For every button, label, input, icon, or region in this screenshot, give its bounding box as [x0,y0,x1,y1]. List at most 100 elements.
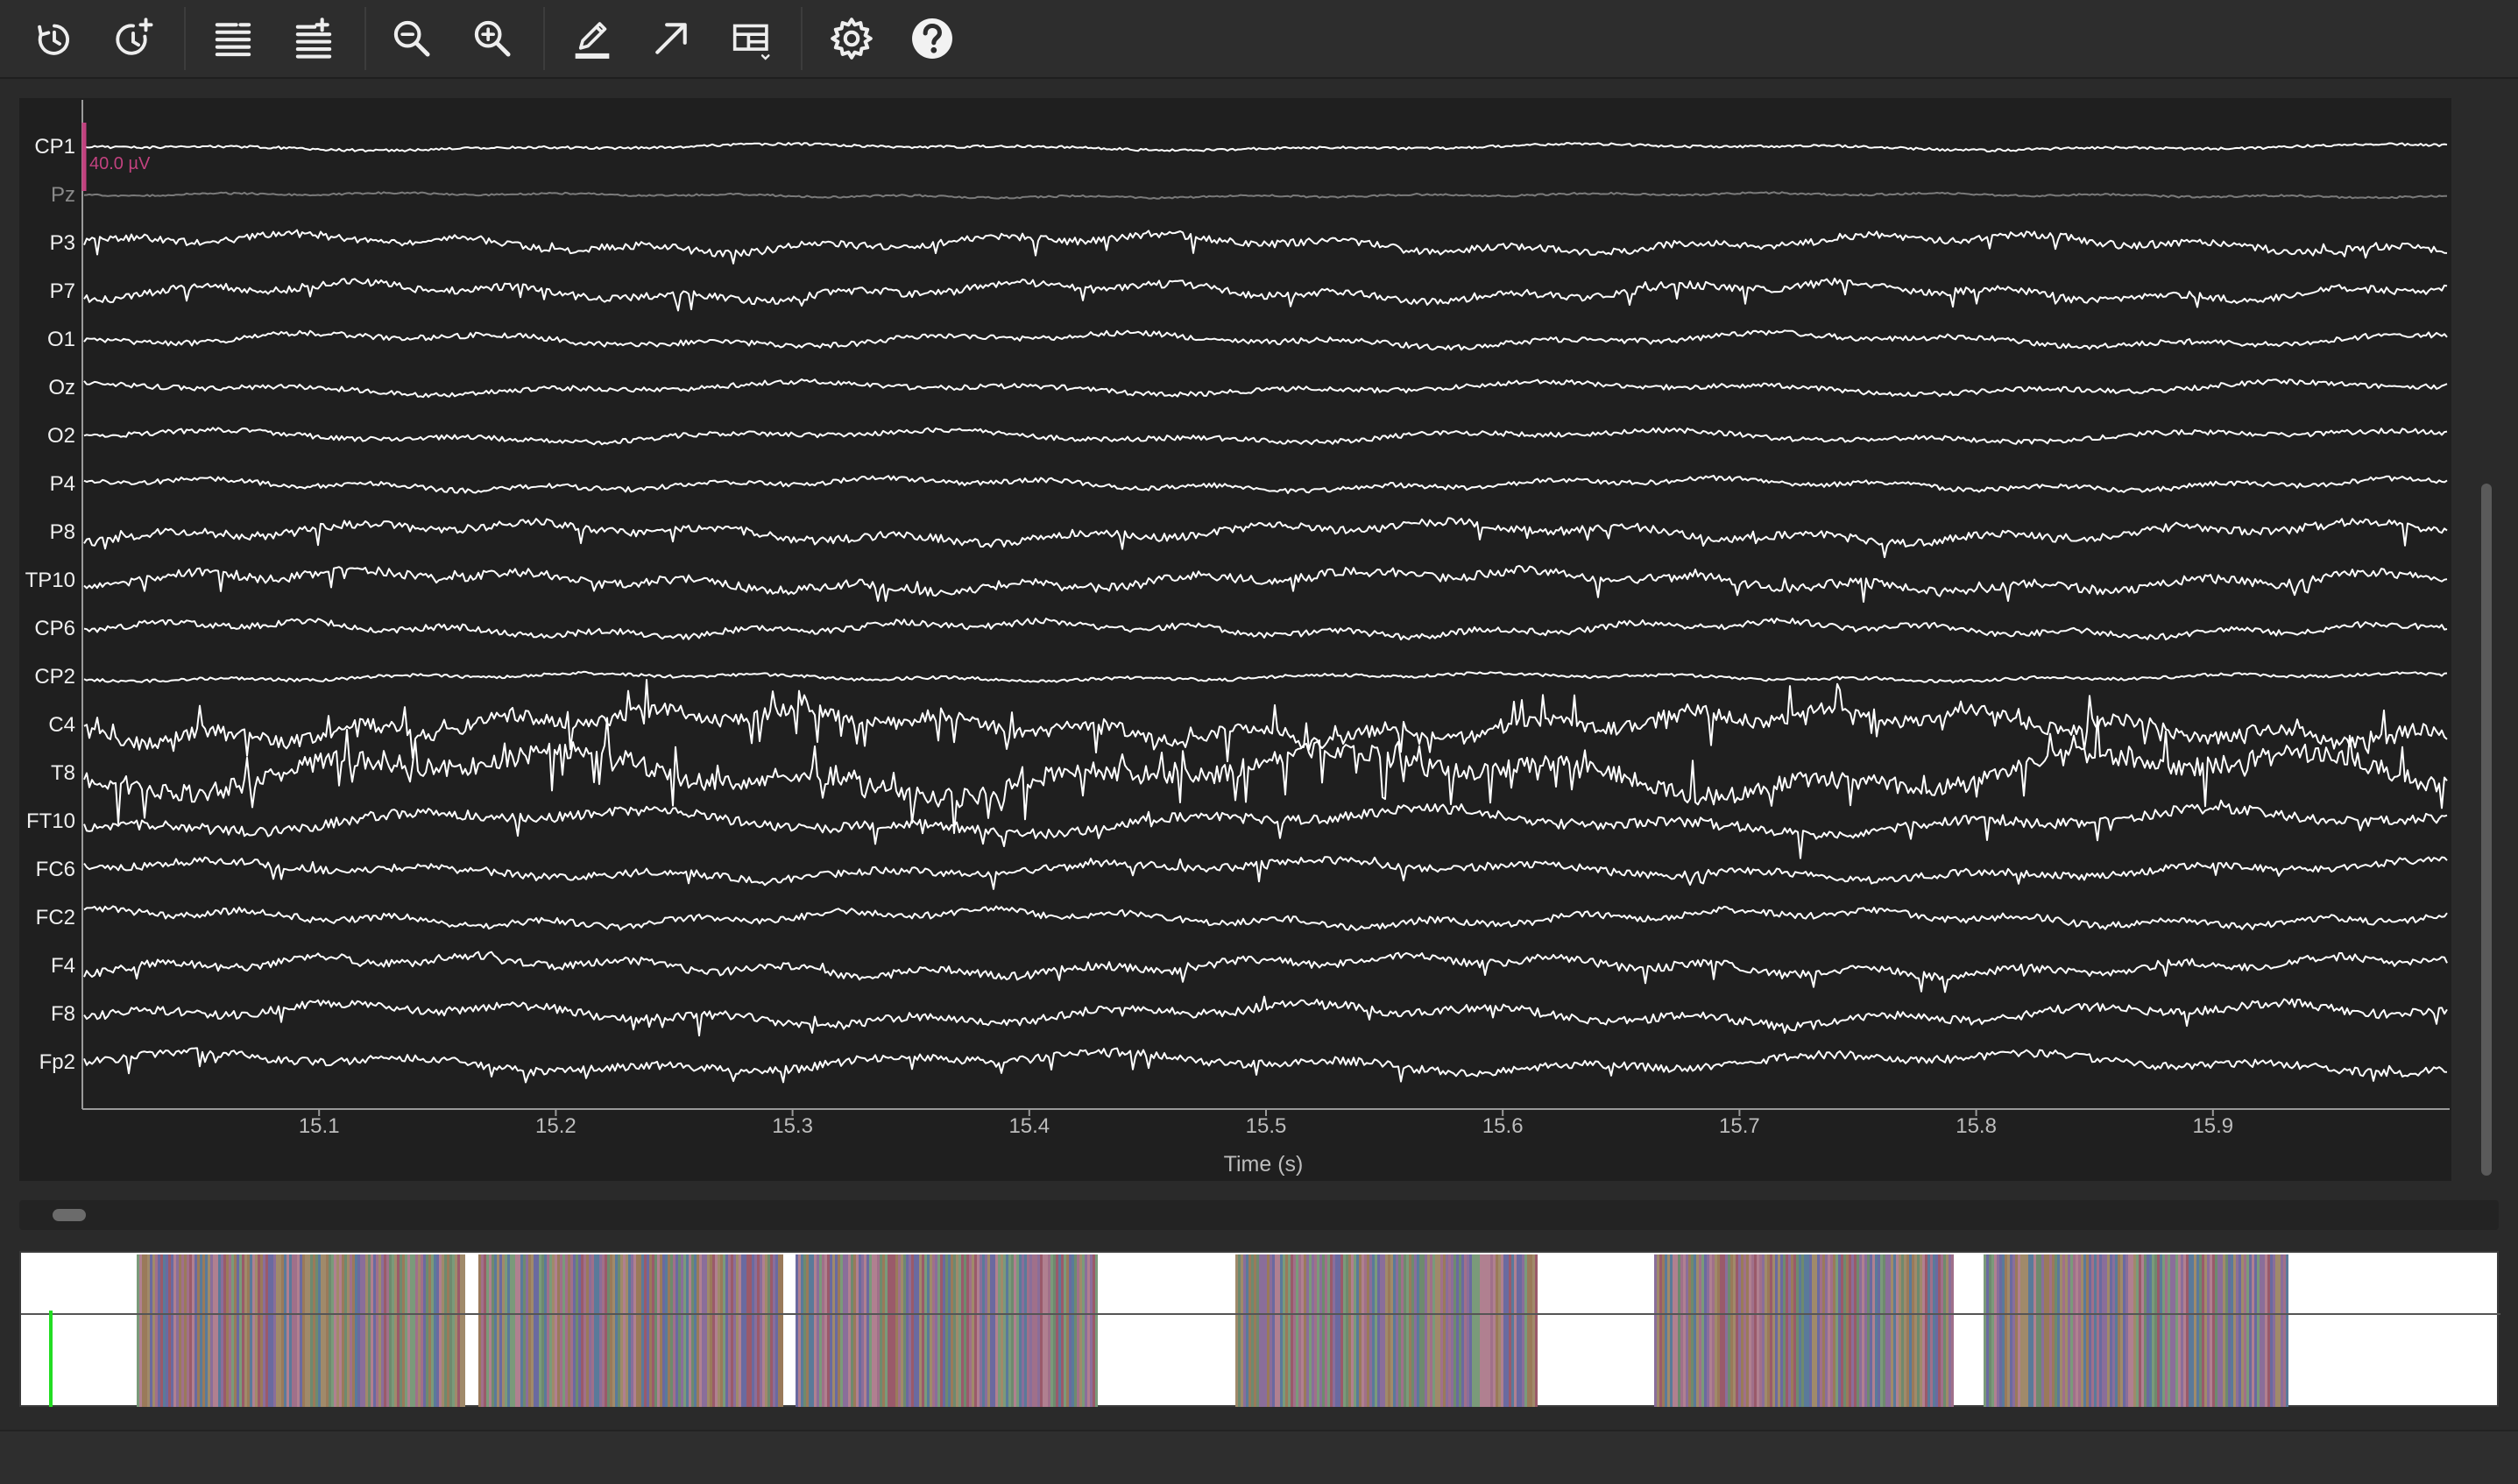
overview-stripe [2026,1254,2028,1407]
overview-stripe [644,1254,647,1407]
channel-trace[interactable] [83,1047,2448,1084]
channel-trace[interactable] [83,679,2448,763]
channel-trace[interactable] [83,378,2448,399]
channel-trace[interactable] [83,905,2448,931]
overview-stripe [1804,1254,1807,1407]
overview-stripe [336,1254,339,1407]
overview-stripe [1238,1254,1241,1407]
horizontal-scroll-thumb[interactable] [53,1209,86,1221]
overview-stripe [731,1254,733,1407]
overview-stripe [689,1254,691,1407]
overview-stripe [2262,1254,2265,1407]
channel-trace[interactable] [83,618,2448,641]
overview-stripe [2168,1254,2170,1407]
channel-label[interactable]: CP1 [19,135,75,159]
channel-trace[interactable] [83,856,2448,890]
channel-trace[interactable] [83,229,2448,265]
overview-stripe [602,1254,605,1407]
channel-trace[interactable] [83,475,2448,494]
channel-label[interactable]: F4 [19,954,75,979]
overview-stripe [1927,1254,1930,1407]
overview-stripe [2178,1254,2181,1407]
overview-stripe [1254,1254,1256,1407]
channel-label[interactable]: P4 [19,472,75,497]
overview-bar[interactable] [19,1251,2500,1409]
channel-label[interactable]: FC2 [19,906,75,930]
overview-stripe [1322,1254,1325,1407]
channel-label[interactable]: TP10 [19,569,75,593]
channel-trace[interactable] [83,950,2448,993]
overview-stripe [1390,1254,1393,1407]
overview-stripe [357,1254,360,1407]
vertical-scrollbar[interactable] [2478,98,2495,1181]
channel-trace[interactable] [83,799,2448,859]
overview-image[interactable] [21,1253,2500,1409]
overview-stripe [1087,1254,1090,1407]
overview-stripe [877,1254,880,1407]
channel-label[interactable]: CP2 [19,665,75,689]
channel-trace[interactable] [83,995,2448,1037]
overview-stripe [294,1254,297,1407]
overview-stripe [2055,1254,2057,1407]
overview-stripe [1314,1254,1317,1407]
channel-trace[interactable] [83,277,2448,312]
channel-label[interactable]: O1 [19,328,75,352]
channel-label[interactable]: Pz [19,183,75,208]
overview-stripe [1340,1254,1343,1407]
channel-label[interactable]: FT10 [19,809,75,834]
layout-button[interactable] [720,7,783,70]
overview-stripe [478,1254,481,1407]
history-back-button[interactable] [23,7,86,70]
annotation-mode-button[interactable] [561,7,624,70]
overview-stripe [210,1254,213,1407]
overview-stripe [1440,1254,1443,1407]
channel-trace[interactable] [83,427,2448,446]
overview-stripe [1935,1254,1938,1407]
channel-label[interactable]: O2 [19,424,75,449]
overview-stripe [137,1254,139,1407]
channel-label[interactable]: FC6 [19,858,75,882]
overview-stripe [457,1254,460,1407]
eeg-traces[interactable] [19,98,2451,1181]
horizontal-scrollbar[interactable] [19,1200,2499,1230]
overview-stripe [1870,1254,1872,1407]
channel-label[interactable]: F8 [19,1002,75,1027]
overview-stripe [549,1254,552,1407]
channel-label[interactable]: Fp2 [19,1050,75,1075]
overview-stripe [1846,1254,1849,1407]
channel-trace[interactable] [83,191,2447,200]
channel-trace[interactable] [83,142,2448,152]
projectors-button[interactable] [640,7,703,70]
clock-rewind-icon [38,24,69,55]
overview-stripe [1298,1254,1301,1407]
channel-label[interactable]: CP6 [19,617,75,641]
channel-label[interactable]: T8 [19,761,75,786]
more-channels-button[interactable] [282,7,345,70]
channel-label[interactable]: C4 [19,713,75,738]
zoom-in-button[interactable] [461,7,524,70]
settings-button[interactable] [820,7,883,70]
channel-trace[interactable] [83,564,2448,603]
overview-stripe [1003,1254,1006,1407]
fewer-channels-button[interactable] [202,7,265,70]
overview-stripe [486,1254,489,1407]
channel-trace[interactable] [83,517,2448,559]
history-forward-button[interactable] [102,7,165,70]
channel-label[interactable]: P8 [19,520,75,545]
overview-stripe [2081,1254,2083,1407]
channel-label[interactable]: P7 [19,279,75,304]
channel-label[interactable]: P3 [19,231,75,256]
vertical-scroll-thumb[interactable] [2481,484,2492,1176]
channel-trace[interactable] [83,670,2448,684]
overview-stripe [2236,1254,2239,1407]
raw-data-browser[interactable]: CP1 Pz P3 P7 O1 Oz O2 P4 P8 TP10 CP6 CP2 C4 T8 FT10 FC6… [19,98,2451,1181]
overview-stripe [302,1254,305,1407]
zoom-out-button[interactable] [380,7,443,70]
overview-stripe [746,1254,749,1407]
overview-stripe [565,1254,568,1407]
channel-label[interactable]: Oz [19,376,75,400]
help-button[interactable] [901,7,964,70]
overview-stripe [1914,1254,1917,1407]
channel-trace[interactable] [83,329,2448,351]
overview-stripe [502,1254,505,1407]
